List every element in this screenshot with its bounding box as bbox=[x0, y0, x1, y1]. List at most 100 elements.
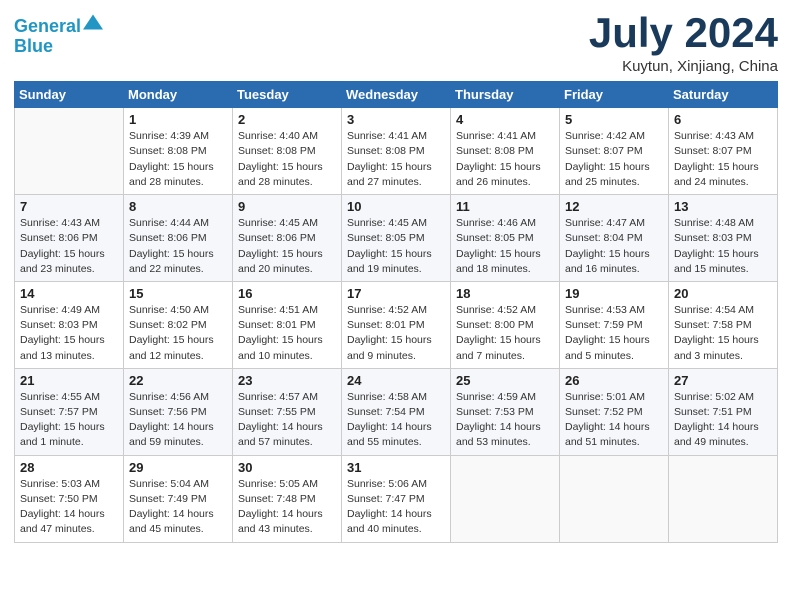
day-number: 3 bbox=[347, 112, 445, 127]
day-number: 15 bbox=[129, 286, 227, 301]
day-number: 7 bbox=[20, 199, 118, 214]
day-number: 22 bbox=[129, 373, 227, 388]
day-info: Sunrise: 4:45 AM Sunset: 8:05 PM Dayligh… bbox=[347, 216, 445, 277]
day-number: 1 bbox=[129, 112, 227, 127]
header: General Blue July 2024 Kuytun, Xinjiang,… bbox=[14, 10, 778, 75]
day-info: Sunrise: 4:44 AM Sunset: 8:06 PM Dayligh… bbox=[129, 216, 227, 277]
weekday-header-row: SundayMondayTuesdayWednesdayThursdayFrid… bbox=[15, 82, 778, 108]
day-cell: 2 Sunrise: 4:40 AM Sunset: 8:08 PM Daylig… bbox=[233, 108, 342, 195]
day-info: Sunrise: 5:05 AM Sunset: 7:48 PM Dayligh… bbox=[238, 477, 336, 538]
day-cell: 22 Sunrise: 4:56 AM Sunset: 7:56 PM Dayli… bbox=[124, 368, 233, 455]
day-number: 18 bbox=[456, 286, 554, 301]
weekday-header-thursday: Thursday bbox=[451, 82, 560, 108]
calendar: SundayMondayTuesdayWednesdayThursdayFrid… bbox=[14, 81, 778, 542]
location: Kuytun, Xinjiang, China bbox=[589, 58, 778, 75]
day-cell: 9 Sunrise: 4:45 AM Sunset: 8:06 PM Daylig… bbox=[233, 195, 342, 282]
day-cell bbox=[15, 108, 124, 195]
day-info: Sunrise: 4:41 AM Sunset: 8:08 PM Dayligh… bbox=[347, 129, 445, 190]
day-cell: 5Sunrise: 4:42 AM Sunset: 8:07 PM Daylig… bbox=[560, 108, 669, 195]
week-row-4: 21 Sunrise: 4:55 AM Sunset: 7:57 PM Dayli… bbox=[15, 368, 778, 455]
weekday-header-tuesday: Tuesday bbox=[233, 82, 342, 108]
day-cell: 12 Sunrise: 4:47 AM Sunset: 8:04 PM Dayli… bbox=[560, 195, 669, 282]
day-number: 24 bbox=[347, 373, 445, 388]
day-info: Sunrise: 4:43 AM Sunset: 8:07 PM Dayligh… bbox=[674, 129, 772, 190]
day-info: Sunrise: 4:49 AM Sunset: 8:03 PM Dayligh… bbox=[20, 303, 118, 364]
day-number: 5 bbox=[565, 112, 663, 127]
day-cell: 30 Sunrise: 5:05 AM Sunset: 7:48 PM Dayli… bbox=[233, 455, 342, 542]
logo-text: General Blue bbox=[14, 14, 103, 57]
week-row-3: 14 Sunrise: 4:49 AM Sunset: 8:03 PM Dayli… bbox=[15, 281, 778, 368]
day-cell: 27 Sunrise: 5:02 AM Sunset: 7:51 PM Dayli… bbox=[669, 368, 778, 455]
day-cell: 10 Sunrise: 4:45 AM Sunset: 8:05 PM Dayli… bbox=[342, 195, 451, 282]
weekday-header-monday: Monday bbox=[124, 82, 233, 108]
day-cell: 26 Sunrise: 5:01 AM Sunset: 7:52 PM Dayli… bbox=[560, 368, 669, 455]
day-info: Sunrise: 4:51 AM Sunset: 8:01 PM Dayligh… bbox=[238, 303, 336, 364]
day-number: 16 bbox=[238, 286, 336, 301]
day-info: Sunrise: 4:55 AM Sunset: 7:57 PM Dayligh… bbox=[20, 390, 118, 451]
day-info: Sunrise: 4:40 AM Sunset: 8:08 PM Dayligh… bbox=[238, 129, 336, 190]
day-cell: 1Sunrise: 4:39 AM Sunset: 8:08 PM Daylig… bbox=[124, 108, 233, 195]
day-number: 17 bbox=[347, 286, 445, 301]
day-info: Sunrise: 4:41 AM Sunset: 8:08 PM Dayligh… bbox=[456, 129, 554, 190]
day-number: 10 bbox=[347, 199, 445, 214]
month-title: July 2024 bbox=[589, 10, 778, 56]
day-info: Sunrise: 4:47 AM Sunset: 8:04 PM Dayligh… bbox=[565, 216, 663, 277]
day-number: 9 bbox=[238, 199, 336, 214]
day-cell: 13Sunrise: 4:48 AM Sunset: 8:03 PM Dayli… bbox=[669, 195, 778, 282]
day-number: 13 bbox=[674, 199, 772, 214]
day-info: Sunrise: 4:50 AM Sunset: 8:02 PM Dayligh… bbox=[129, 303, 227, 364]
day-number: 30 bbox=[238, 460, 336, 475]
day-cell: 23 Sunrise: 4:57 AM Sunset: 7:55 PM Dayli… bbox=[233, 368, 342, 455]
day-info: Sunrise: 4:52 AM Sunset: 8:00 PM Dayligh… bbox=[456, 303, 554, 364]
day-info: Sunrise: 4:45 AM Sunset: 8:06 PM Dayligh… bbox=[238, 216, 336, 277]
day-number: 2 bbox=[238, 112, 336, 127]
day-info: Sunrise: 4:56 AM Sunset: 7:56 PM Dayligh… bbox=[129, 390, 227, 451]
day-cell: 21 Sunrise: 4:55 AM Sunset: 7:57 PM Dayli… bbox=[15, 368, 124, 455]
day-cell bbox=[560, 455, 669, 542]
day-cell: 16 Sunrise: 4:51 AM Sunset: 8:01 PM Dayli… bbox=[233, 281, 342, 368]
day-number: 26 bbox=[565, 373, 663, 388]
day-number: 21 bbox=[20, 373, 118, 388]
day-number: 29 bbox=[129, 460, 227, 475]
day-cell: 31Sunrise: 5:06 AM Sunset: 7:47 PM Dayli… bbox=[342, 455, 451, 542]
day-cell: 25 Sunrise: 4:59 AM Sunset: 7:53 PM Dayli… bbox=[451, 368, 560, 455]
day-cell: 15 Sunrise: 4:50 AM Sunset: 8:02 PM Dayli… bbox=[124, 281, 233, 368]
day-cell: 28 Sunrise: 5:03 AM Sunset: 7:50 PM Dayli… bbox=[15, 455, 124, 542]
page: General Blue July 2024 Kuytun, Xinjiang,… bbox=[0, 0, 792, 612]
day-cell: 4 Sunrise: 4:41 AM Sunset: 8:08 PM Daylig… bbox=[451, 108, 560, 195]
day-number: 4 bbox=[456, 112, 554, 127]
day-info: Sunrise: 4:58 AM Sunset: 7:54 PM Dayligh… bbox=[347, 390, 445, 451]
day-info: Sunrise: 5:03 AM Sunset: 7:50 PM Dayligh… bbox=[20, 477, 118, 538]
day-info: Sunrise: 4:52 AM Sunset: 8:01 PM Dayligh… bbox=[347, 303, 445, 364]
day-info: Sunrise: 4:59 AM Sunset: 7:53 PM Dayligh… bbox=[456, 390, 554, 451]
day-cell: 3 Sunrise: 4:41 AM Sunset: 8:08 PM Daylig… bbox=[342, 108, 451, 195]
day-number: 23 bbox=[238, 373, 336, 388]
day-number: 14 bbox=[20, 286, 118, 301]
weekday-header-sunday: Sunday bbox=[15, 82, 124, 108]
day-cell: 29Sunrise: 5:04 AM Sunset: 7:49 PM Dayli… bbox=[124, 455, 233, 542]
day-info: Sunrise: 5:01 AM Sunset: 7:52 PM Dayligh… bbox=[565, 390, 663, 451]
day-cell: 20Sunrise: 4:54 AM Sunset: 7:58 PM Dayli… bbox=[669, 281, 778, 368]
day-cell: 17 Sunrise: 4:52 AM Sunset: 8:01 PM Dayli… bbox=[342, 281, 451, 368]
title-block: July 2024 Kuytun, Xinjiang, China bbox=[589, 10, 778, 75]
week-row-5: 28 Sunrise: 5:03 AM Sunset: 7:50 PM Dayli… bbox=[15, 455, 778, 542]
day-info: Sunrise: 5:02 AM Sunset: 7:51 PM Dayligh… bbox=[674, 390, 772, 451]
day-number: 6 bbox=[674, 112, 772, 127]
day-number: 25 bbox=[456, 373, 554, 388]
logo-blue: Blue bbox=[14, 36, 53, 56]
day-info: Sunrise: 4:53 AM Sunset: 7:59 PM Dayligh… bbox=[565, 303, 663, 364]
day-number: 27 bbox=[674, 373, 772, 388]
week-row-1: 1Sunrise: 4:39 AM Sunset: 8:08 PM Daylig… bbox=[15, 108, 778, 195]
logo: General Blue bbox=[14, 14, 103, 57]
day-number: 8 bbox=[129, 199, 227, 214]
day-cell: 14 Sunrise: 4:49 AM Sunset: 8:03 PM Dayli… bbox=[15, 281, 124, 368]
day-number: 28 bbox=[20, 460, 118, 475]
day-number: 12 bbox=[565, 199, 663, 214]
day-cell: 18 Sunrise: 4:52 AM Sunset: 8:00 PM Dayli… bbox=[451, 281, 560, 368]
day-number: 31 bbox=[347, 460, 445, 475]
day-number: 20 bbox=[674, 286, 772, 301]
day-info: Sunrise: 4:46 AM Sunset: 8:05 PM Dayligh… bbox=[456, 216, 554, 277]
weekday-header-friday: Friday bbox=[560, 82, 669, 108]
day-number: 19 bbox=[565, 286, 663, 301]
day-info: Sunrise: 4:57 AM Sunset: 7:55 PM Dayligh… bbox=[238, 390, 336, 451]
